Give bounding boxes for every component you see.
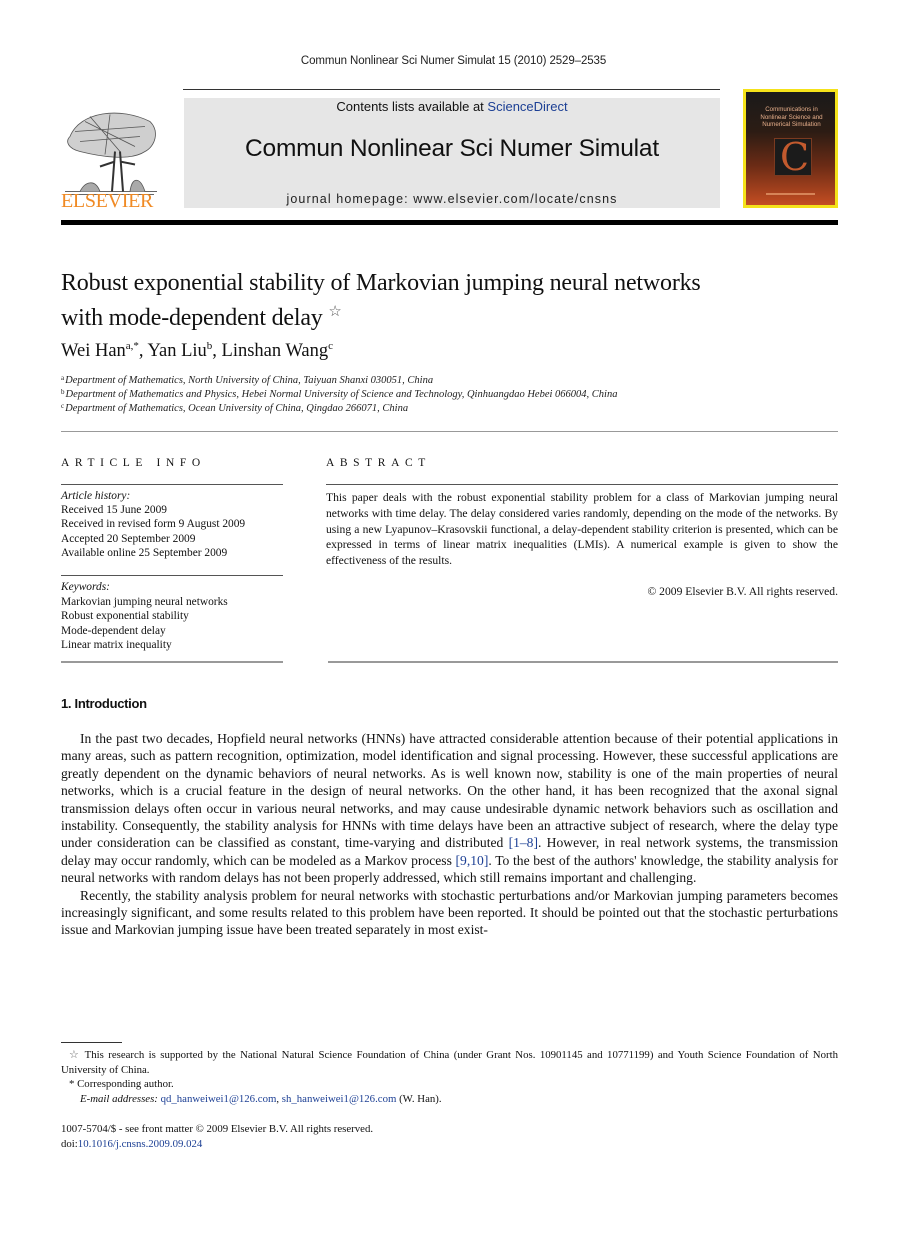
funding-footnote: ☆ This research is supported by the Nati… — [61, 1049, 838, 1076]
history-item: Accepted 20 September 2009 — [61, 532, 196, 545]
citation-link[interactable]: [9,10] — [456, 853, 489, 868]
contents-prefix: Contents lists available at — [336, 99, 488, 114]
affiliation: aDepartment of Mathematics, North Univer… — [61, 374, 434, 386]
email-footnote: E-mail addresses: qd_hanweiwei1@126.com,… — [80, 1092, 442, 1105]
section-heading-introduction: 1. Introduction — [61, 696, 147, 711]
abstract-text: This paper deals with the robust exponen… — [326, 491, 838, 568]
article-title-line-2: with mode-dependent delay ☆ — [61, 304, 342, 331]
article-history: Article history: Received 15 June 2009 R… — [61, 489, 283, 560]
article-info-bottom-rule — [61, 661, 283, 663]
keyword-item: Mode-dependent delay — [61, 624, 166, 637]
affiliation-divider — [61, 431, 838, 432]
paragraph: In the past two decades, Hopfield neural… — [61, 731, 839, 886]
keywords-label: Keywords: — [61, 581, 110, 593]
front-matter: 1007-5704/$ - see front matter © 2009 El… — [61, 1122, 373, 1152]
journal-homepage-link[interactable]: journal homepage: www.elsevier.com/locat… — [184, 192, 720, 206]
abstract-heading: ABSTRACT — [326, 457, 431, 469]
cover-artwork: C — [774, 135, 812, 179]
article-title: Robust exponential stability of Markovia… — [61, 269, 841, 333]
keyword-item: Markovian jumping neural networks — [61, 595, 228, 608]
footnotes: ☆ This research is supported by the Nati… — [61, 1048, 838, 1106]
journal-title: Commun Nonlinear Sci Numer Simulat — [245, 135, 659, 162]
author-name[interactable]: Linshan Wang — [222, 341, 329, 361]
sciencedirect-link[interactable]: ScienceDirect — [487, 99, 567, 114]
author-name[interactable]: Wei Han — [61, 341, 126, 361]
cover-title: Communications in Nonlinear Science and … — [760, 106, 823, 128]
cover-footer — [766, 193, 815, 195]
corresponding-author-footnote: * Corresponding author. — [69, 1078, 174, 1090]
abstract-copyright: © 2009 Elsevier B.V. All rights reserved… — [647, 585, 838, 598]
header-thick-rule — [61, 220, 838, 225]
history-item: Received in revised form 9 August 2009 — [61, 518, 246, 531]
email-link[interactable]: sh_hanweiwei1@126.com — [282, 1093, 397, 1105]
citation-link[interactable]: [1–8] — [509, 835, 538, 850]
journal-cover-image: Communications in Nonlinear Science and … — [743, 89, 838, 208]
contents-line: Contents lists available at ScienceDirec… — [184, 99, 720, 114]
header-divider — [183, 89, 720, 90]
article-info-heading: ARTICLE INFO — [61, 457, 206, 469]
author-affil-mark[interactable]: a,* — [126, 340, 139, 352]
doi-line: doi:10.1016/j.cnsns.2009.09.024 — [61, 1138, 203, 1150]
email-link[interactable]: qd_hanweiwei1@126.com — [161, 1093, 277, 1105]
affiliation: bDepartment of Mathematics and Physics, … — [61, 388, 618, 400]
keyword-item: Linear matrix inequality — [61, 639, 172, 652]
footnote-star-icon: ☆ — [69, 1049, 81, 1061]
elsevier-wordmark: ELSEVIER — [61, 190, 154, 212]
affiliation: cDepartment of Mathematics, Ocean Univer… — [61, 402, 409, 414]
footnote-rule — [61, 1042, 122, 1043]
author-affil-mark[interactable]: c — [328, 340, 333, 352]
keywords-list: Keywords: Markovian jumping neural netwo… — [61, 580, 283, 653]
article-history-label: Article history: — [61, 490, 131, 502]
keyword-item: Robust exponential stability — [61, 610, 189, 623]
history-item: Available online 25 September 2009 — [61, 546, 228, 559]
author-affil-mark[interactable]: b — [207, 340, 213, 352]
paragraph: Recently, the stability analysis problem… — [61, 887, 838, 938]
keywords-divider — [61, 575, 283, 576]
cover-glyph: C — [780, 135, 810, 179]
doi-link[interactable]: 10.1016/j.cnsns.2009.09.024 — [78, 1138, 202, 1150]
title-note-star-icon[interactable]: ☆ — [328, 304, 341, 320]
author-name[interactable]: Yan Liu — [148, 341, 207, 361]
history-item: Received 15 June 2009 — [61, 504, 167, 517]
abstract-divider — [326, 484, 838, 485]
author-list: Wei Hana,*, Yan Liub, Linshan Wangc — [61, 340, 334, 361]
issn-copyright: 1007-5704/$ - see front matter © 2009 El… — [61, 1123, 374, 1135]
introduction-body: In the past two decades, Hopfield neural… — [61, 730, 838, 939]
abstract-bottom-rule — [328, 661, 838, 663]
article-title-line-1: Robust exponential stability of Markovia… — [61, 270, 701, 296]
journal-citation: Commun Nonlinear Sci Numer Simulat 15 (2… — [300, 55, 607, 67]
article-info-divider — [61, 484, 283, 485]
